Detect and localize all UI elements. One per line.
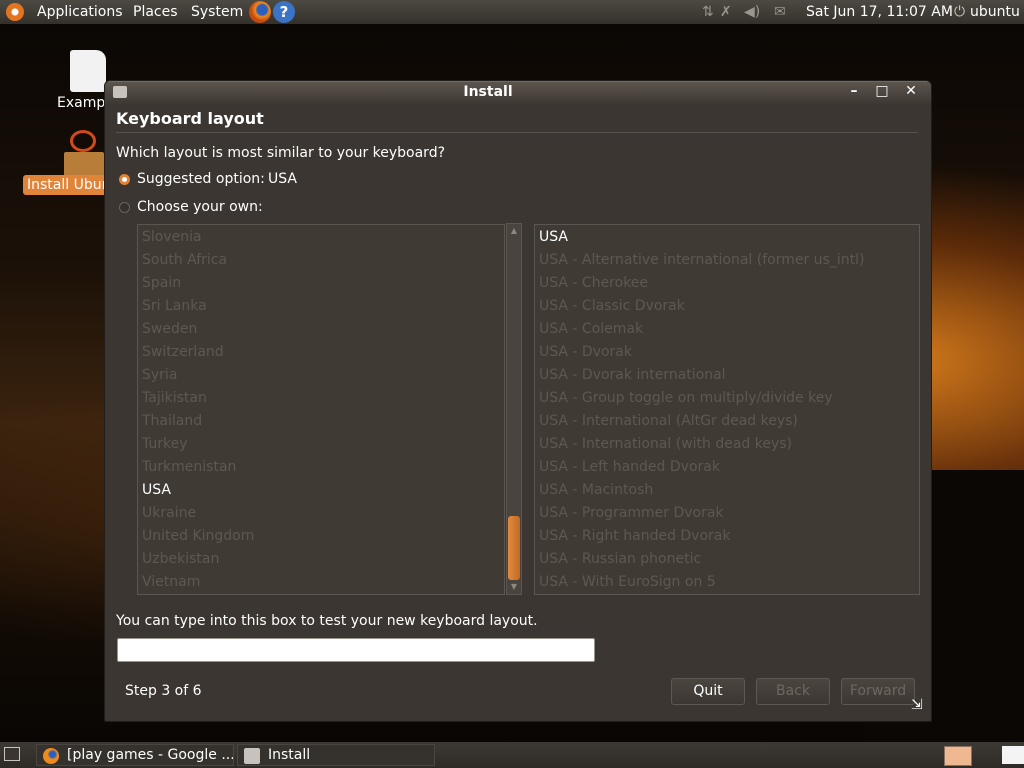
country-list-scrollbar[interactable]: ▲ ▼ — [506, 223, 522, 595]
taskbar-item-label: [play games - Google ... — [67, 747, 234, 763]
list-item[interactable]: Ukraine — [142, 505, 196, 521]
places-menu[interactable]: Places — [133, 0, 178, 24]
firefox-icon[interactable] — [249, 1, 271, 23]
clock[interactable]: Sat Jun 17, 11:07 AM — [806, 0, 953, 24]
workspace-switcher-1[interactable] — [944, 746, 972, 766]
list-item[interactable]: Turkey — [142, 436, 188, 452]
installer-ring-icon — [70, 130, 96, 152]
suggested-option-value: USA — [268, 171, 297, 187]
list-item[interactable]: Sri Lanka — [142, 298, 207, 314]
title-separator — [116, 132, 918, 133]
choose-own-label[interactable]: Choose your own: — [137, 199, 263, 215]
list-item-selected[interactable]: USA — [142, 482, 171, 498]
list-item[interactable]: Spain — [142, 275, 181, 291]
user-name[interactable]: ubuntu — [970, 0, 1020, 24]
taskbar-item-browser[interactable]: [play games - Google ... — [36, 744, 234, 766]
scrollbar-thumb[interactable] — [508, 516, 520, 580]
resize-grip-icon[interactable]: ⇲ — [911, 697, 923, 713]
system-menu[interactable]: System — [191, 0, 243, 24]
installer-icon[interactable] — [64, 128, 108, 176]
installer-task-icon — [244, 748, 260, 764]
taskbar-item-label: Install — [268, 747, 311, 763]
close-button[interactable]: ✕ — [902, 83, 920, 99]
suggested-option-radio[interactable] — [119, 174, 130, 185]
list-item[interactable]: USA - International (with dead keys) — [539, 436, 792, 452]
list-item[interactable]: USA - Right handed Dvorak — [539, 528, 730, 544]
list-item[interactable]: Switzerland — [142, 344, 224, 360]
list-item[interactable]: South Africa — [142, 252, 227, 268]
list-item[interactable]: Syria — [142, 367, 177, 383]
suggested-option-label[interactable]: Suggested option: — [137, 171, 265, 187]
back-button[interactable]: Back — [756, 678, 830, 705]
list-item[interactable]: USA - Classic Dvorak — [539, 298, 685, 314]
variant-list[interactable]: USA USA - Alternative international (for… — [534, 224, 920, 595]
bluetooth-icon[interactable]: ✗ — [720, 0, 732, 24]
list-item[interactable]: Thailand — [142, 413, 202, 429]
page-title: Keyboard layout — [116, 109, 264, 128]
maximize-button[interactable]: □ — [873, 83, 891, 99]
list-item[interactable]: USA - With EuroSign on 5 — [539, 574, 716, 590]
list-item[interactable]: USA - Group toggle on multiply/divide ke… — [539, 390, 833, 406]
list-item[interactable]: USA - Russian phonetic — [539, 551, 701, 567]
country-list[interactable]: Slovenia South Africa Spain Sri Lanka Sw… — [137, 224, 505, 595]
list-item[interactable]: USA - International (AltGr dead keys) — [539, 413, 798, 429]
list-item[interactable]: Uzbekistan — [142, 551, 219, 567]
file-icon[interactable] — [70, 50, 106, 92]
keyboard-test-input[interactable] — [117, 638, 595, 662]
list-item[interactable]: USA - Macintosh — [539, 482, 653, 498]
ubuntu-logo-icon[interactable] — [6, 3, 24, 21]
help-icon[interactable]: ? — [273, 1, 295, 23]
scroll-up-icon[interactable]: ▲ — [507, 224, 521, 238]
list-item[interactable]: USA - Dvorak — [539, 344, 632, 360]
forward-button[interactable]: Forward — [841, 678, 915, 705]
installer-box-icon — [64, 152, 104, 176]
step-indicator: Step 3 of 6 — [125, 683, 202, 699]
list-item[interactable]: USA - Dvorak international — [539, 367, 726, 383]
test-box-label: You can type into this box to test your … — [116, 613, 538, 629]
list-item-selected[interactable]: USA — [539, 229, 568, 245]
list-item[interactable]: Tajikistan — [142, 390, 207, 406]
network-icon[interactable]: ⇅ — [702, 0, 714, 24]
taskbar-item-install[interactable]: Install — [237, 744, 435, 766]
list-item[interactable]: USA - Left handed Dvorak — [539, 459, 720, 475]
power-icon[interactable]: ⏻ — [954, 0, 965, 24]
show-desktop-icon[interactable] — [4, 747, 20, 761]
volume-icon[interactable]: ◀) — [744, 0, 760, 24]
layout-question: Which layout is most similar to your key… — [116, 145, 446, 161]
minimize-button[interactable]: – — [845, 83, 863, 99]
list-item[interactable]: Turkmenistan — [142, 459, 236, 475]
mail-icon[interactable]: ✉ — [774, 0, 786, 24]
install-window: Install – □ ✕ Keyboard layout Which layo… — [104, 80, 932, 722]
top-panel: Applications Places System ? ⇅ ✗ ◀) ✉ Sa… — [0, 0, 1024, 24]
list-item[interactable]: Sweden — [142, 321, 197, 337]
bottom-panel: [play games - Google ... Install — [0, 742, 1024, 768]
scroll-down-icon[interactable]: ▼ — [507, 580, 521, 594]
trash-icon[interactable] — [1002, 746, 1024, 764]
installer-icon-label[interactable]: Install Ubun — [23, 175, 115, 195]
file-icon-label[interactable]: Exampl — [57, 95, 109, 111]
list-item[interactable]: USA - Alternative international (former … — [539, 252, 864, 268]
list-item[interactable]: USA - Programmer Dvorak — [539, 505, 724, 521]
list-item[interactable]: Vietnam — [142, 574, 200, 590]
list-item[interactable]: USA - Colemak — [539, 321, 643, 337]
window-title: Install — [463, 84, 513, 100]
applications-menu[interactable]: Applications — [37, 0, 123, 24]
list-item[interactable]: USA - Cherokee — [539, 275, 648, 291]
quit-button[interactable]: Quit — [671, 678, 745, 705]
firefox-task-icon — [43, 748, 59, 764]
list-item[interactable]: United Kingdom — [142, 528, 254, 544]
choose-own-radio[interactable] — [119, 202, 130, 213]
window-titlebar[interactable]: Install – □ ✕ — [105, 81, 931, 104]
list-item[interactable]: Slovenia — [142, 229, 202, 245]
